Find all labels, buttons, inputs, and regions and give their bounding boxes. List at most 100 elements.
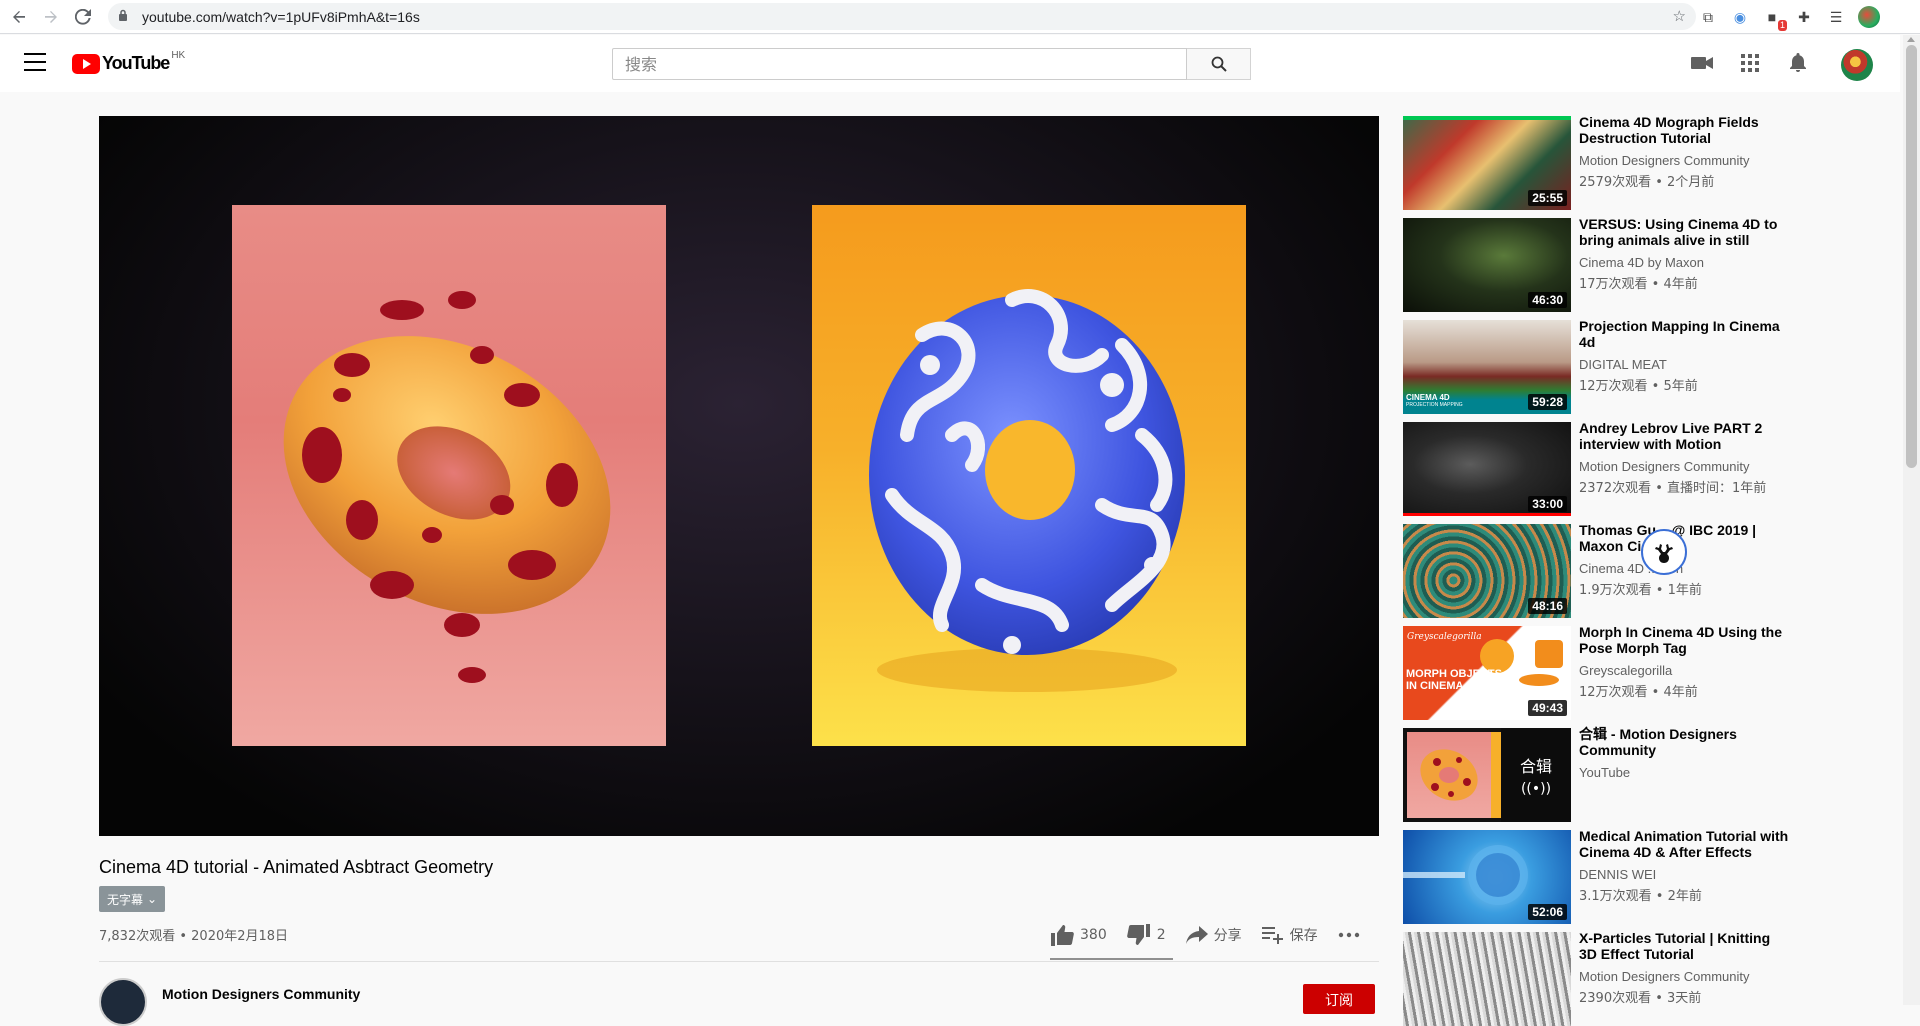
- video-thumbnail[interactable]: 33:00: [1403, 422, 1571, 516]
- playlist-item[interactable]: 合辑 ((•)) 合辑 - Motion Designers Community…: [1403, 726, 1803, 822]
- recommendation-title[interactable]: X-Particles Tutorial | Knitting 3D Effec…: [1579, 930, 1789, 962]
- recommendation-title[interactable]: Medical Animation Tutorial with Cinema 4…: [1579, 828, 1789, 860]
- watch-progress-bar: [1403, 513, 1571, 516]
- search-button[interactable]: [1187, 48, 1251, 80]
- url-text: youtube.com/watch?v=1pUFv8iPmhA&t=16s: [142, 8, 420, 25]
- recommendation-channel[interactable]: Greyscalegorilla: [1579, 663, 1672, 678]
- chevron-down-icon: ⌄: [147, 892, 158, 906]
- channel-name[interactable]: Motion Designers Community: [162, 986, 360, 1002]
- subtitles-toggle-button[interactable]: 无字幕 ⌄: [99, 886, 166, 912]
- puzzle-extensions-icon[interactable]: ✚: [1794, 7, 1814, 27]
- reload-icon[interactable]: [70, 4, 96, 30]
- like-count: 380: [1080, 927, 1107, 943]
- recommendation-channel[interactable]: DIGITAL MEAT: [1579, 357, 1667, 372]
- profile-avatar-icon[interactable]: [1858, 6, 1880, 28]
- recommendation-item[interactable]: 46:30 VERSUS: Using Cinema 4D to bring a…: [1403, 216, 1803, 312]
- notifications-bell-icon[interactable]: [1785, 50, 1811, 76]
- video-frame-pink-panel: [232, 205, 666, 746]
- recommendation-channel[interactable]: Motion Designers Community: [1579, 969, 1750, 984]
- more-options-button[interactable]: [1338, 932, 1360, 938]
- create-video-icon[interactable]: [1689, 50, 1715, 76]
- duration-badge: 49:43: [1528, 700, 1567, 716]
- channel-avatar[interactable]: [99, 978, 147, 1026]
- live-broadcast-icon: ((•)): [1520, 781, 1552, 797]
- video-thumbnail[interactable]: 52:06: [1403, 830, 1571, 924]
- youtube-play-icon: [72, 53, 100, 74]
- duration-badge: 33:00: [1528, 496, 1567, 512]
- video-player[interactable]: [99, 116, 1379, 836]
- reading-list-icon[interactable]: ☰: [1826, 7, 1846, 27]
- recommendation-meta: 12万次观看 • 5年前: [1579, 379, 1698, 394]
- recommendation-meta: 17万次观看 • 4年前: [1579, 277, 1698, 292]
- dislike-button[interactable]: 2: [1126, 924, 1166, 946]
- search-icon: [1211, 56, 1227, 72]
- thumbnail-caption: CINEMA 4D: [1406, 393, 1450, 402]
- playlist-thumbnail[interactable]: 合辑 ((•)): [1403, 728, 1571, 822]
- playlist-add-icon: [1261, 927, 1283, 944]
- recommendation-item[interactable]: 52:06 Medical Animation Tutorial with Ci…: [1403, 828, 1803, 924]
- recommendation-channel[interactable]: DENNIS WEI: [1579, 867, 1656, 882]
- recommendation-channel[interactable]: Motion Designers Community: [1579, 459, 1750, 474]
- thumbnail-caption: MORPH OBJECTS IN CINEMA 4D: [1406, 668, 1502, 692]
- recommendation-title[interactable]: 合辑 - Motion Designers Community: [1579, 726, 1789, 758]
- recommendation-title[interactable]: Andrey Lebrov Live PART 2 interview with…: [1579, 420, 1789, 452]
- recommendation-title[interactable]: Projection Mapping In Cinema 4d: [1579, 318, 1789, 350]
- video-thumbnail[interactable]: CINEMA 4D PROJECTION MAPPING 59:28: [1403, 320, 1571, 414]
- deer-antler-icon: [1655, 544, 1673, 563]
- share-button[interactable]: 分享: [1185, 925, 1242, 945]
- recommendation-item[interactable]: CINEMA 4D PROJECTION MAPPING 59:28 Proje…: [1403, 318, 1803, 414]
- watched-indicator: [1403, 116, 1571, 120]
- recommendation-channel[interactable]: Cinema 4D by Maxon: [1579, 255, 1704, 270]
- recommendation-meta: 2390次观看 • 3天前: [1579, 991, 1702, 1006]
- recommendation-channel[interactable]: Motion Designers Community: [1579, 153, 1750, 168]
- back-arrow-icon[interactable]: [6, 4, 32, 30]
- recommendation-item[interactable]: 25:55 Cinema 4D Mograph Fields Destructi…: [1403, 114, 1803, 210]
- video-thumbnail[interactable]: 48:16: [1403, 524, 1571, 618]
- video-thumbnail[interactable]: 25:55: [1403, 116, 1571, 210]
- recommendation-item[interactable]: Greyscalegorilla MORPH OBJECTS IN CINEMA…: [1403, 624, 1803, 720]
- cast-icon[interactable]: ⧉: [1698, 7, 1718, 27]
- search-box: [612, 48, 1187, 80]
- recommendation-meta: 1.9万次观看 • 1年前: [1579, 583, 1702, 598]
- user-avatar[interactable]: [1841, 49, 1873, 81]
- forward-arrow-icon[interactable]: [38, 4, 64, 30]
- hamburger-menu-icon[interactable]: [24, 53, 46, 71]
- address-bar[interactable]: youtube.com/watch?v=1pUFv8iPmhA&t=16s ☆: [108, 3, 1696, 30]
- video-thumbnail[interactable]: 46:30: [1403, 218, 1571, 312]
- duration-badge: 46:30: [1528, 292, 1567, 308]
- recommendation-title[interactable]: Morph In Cinema 4D Using the Pose Morph …: [1579, 624, 1789, 656]
- duration-badge: 52:06: [1528, 904, 1567, 920]
- logo-text: YouTube: [102, 53, 170, 73]
- scroll-up-arrow-icon[interactable]: [1907, 37, 1915, 42]
- recommendation-channel[interactable]: YouTube: [1579, 765, 1630, 780]
- youtube-logo[interactable]: YouTube HK: [72, 50, 185, 74]
- recommendation-title[interactable]: VERSUS: Using Cinema 4D to bring animals…: [1579, 216, 1789, 248]
- scrollbar-thumb[interactable]: [1906, 45, 1917, 468]
- video-thumbnail[interactable]: [1403, 932, 1571, 1026]
- page-scrollbar[interactable]: [1903, 35, 1920, 1005]
- recommendation-item[interactable]: X-Particles Tutorial | Knitting 3D Effec…: [1403, 930, 1803, 1026]
- notification-extension-icon[interactable]: ■: [1762, 7, 1788, 31]
- dislike-count: 2: [1156, 927, 1166, 943]
- subscribe-button[interactable]: 订阅: [1303, 984, 1375, 1014]
- recommendation-item[interactable]: 33:00 Andrey Lebrov Live PART 2 intervie…: [1403, 420, 1803, 516]
- more-horizontal-icon: [1338, 932, 1359, 938]
- duration-badge: 48:16: [1528, 598, 1567, 614]
- save-label: 保存: [1289, 928, 1318, 944]
- search-input[interactable]: [613, 49, 1186, 79]
- save-button[interactable]: 保存: [1261, 925, 1318, 945]
- globe-extension-icon[interactable]: ◉: [1730, 7, 1750, 27]
- bookmark-star-icon[interactable]: ☆: [1673, 7, 1686, 25]
- section-divider: [99, 961, 1379, 962]
- views-and-date: 7,832次观看 • 2020年2月18日: [99, 929, 289, 944]
- recommendation-item[interactable]: 48:16 Thomas Gu... @ IBC 2019 | Maxon Ci…: [1403, 522, 1803, 618]
- browser-toolbar: youtube.com/watch?v=1pUFv8iPmhA&t=16s ☆ …: [0, 0, 1920, 34]
- floating-deer-logo[interactable]: [1641, 529, 1687, 575]
- video-thumbnail[interactable]: Greyscalegorilla MORPH OBJECTS IN CINEMA…: [1403, 626, 1571, 720]
- like-button[interactable]: 380: [1050, 924, 1107, 946]
- share-arrow-icon: [1185, 926, 1208, 944]
- like-ratio-bar: [1050, 958, 1173, 960]
- recommendation-title[interactable]: Cinema 4D Mograph Fields Destruction Tut…: [1579, 114, 1789, 146]
- apps-grid-icon[interactable]: [1737, 50, 1763, 76]
- video-frame-yellow-panel: [812, 205, 1246, 746]
